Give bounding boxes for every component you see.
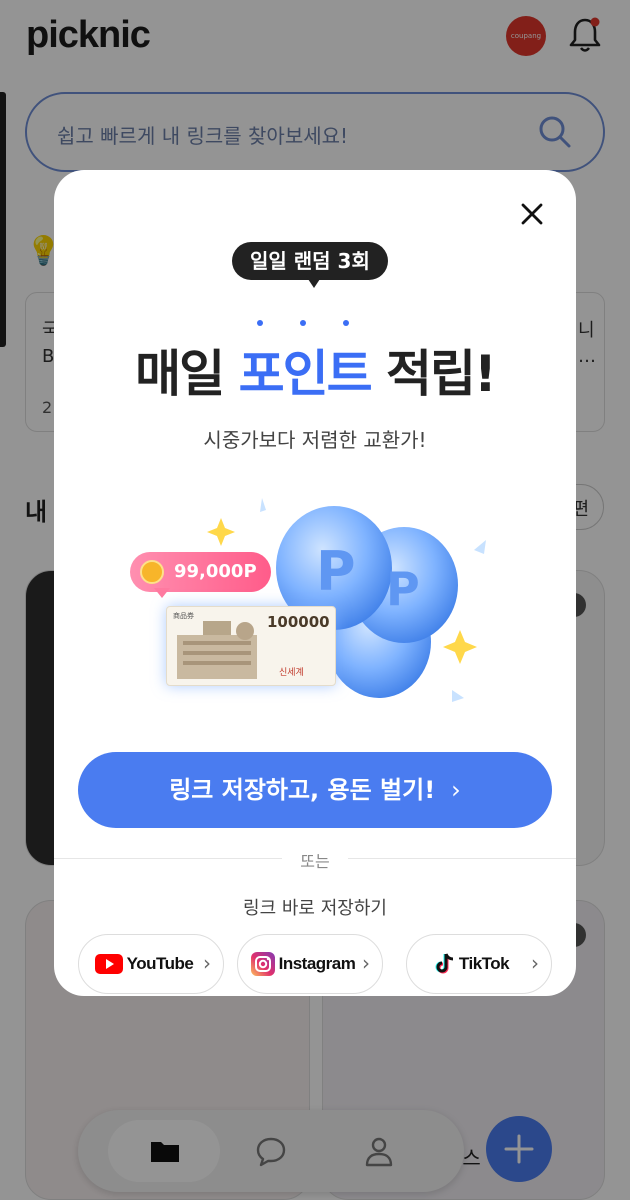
divider — [54, 858, 282, 859]
tiktok-icon — [435, 953, 453, 974]
svg-text:P: P — [316, 540, 356, 603]
instagram-label: Instagram — [278, 954, 356, 973]
chevron-right-icon: › — [203, 951, 211, 975]
tiktok-label: TikTok — [458, 954, 510, 973]
cta-label: 링크 저장하고, 용돈 벌기! — [169, 776, 436, 804]
headline-accent: 포인트 — [238, 345, 373, 403]
coin-icon — [140, 560, 164, 584]
voucher-amount: 100000 — [267, 613, 330, 631]
points-amount: 99,000P — [174, 561, 257, 582]
points-bubble-tail — [154, 588, 170, 598]
svg-text:P: P — [386, 562, 420, 616]
youtube-icon — [94, 954, 123, 974]
instagram-icon — [250, 952, 275, 976]
chevron-right-icon: › — [451, 776, 461, 804]
divider — [348, 858, 576, 859]
save-direct-label: 링크 바로 저장하기 — [243, 898, 387, 919]
voucher-corner-text: 商品券 — [173, 612, 194, 620]
save-link-earn-button[interactable]: 링크 저장하고, 용돈 벌기! › — [78, 752, 552, 828]
chevron-right-icon: › — [362, 951, 370, 975]
voucher-brand: 신세계 — [279, 668, 304, 678]
badge-tail — [306, 276, 322, 288]
points-bubble: 99,000P — [130, 552, 271, 592]
tiktok-button[interactable]: TikTok › — [406, 934, 552, 994]
youtube-label: YouTube — [126, 954, 194, 973]
instagram-button[interactable]: Instagram › — [237, 934, 383, 994]
modal-subline: 시중가보다 저렴한 교환가! — [203, 428, 427, 452]
headline-pre: 매일 — [135, 345, 239, 403]
or-label: 또는 — [300, 852, 330, 871]
emphasis-dots — [253, 320, 353, 330]
daily-random-badge: 일일 랜덤 3회 — [232, 242, 388, 280]
youtube-button[interactable]: YouTube › — [78, 934, 224, 994]
gift-voucher-image: 商品券 100000 신세계 — [166, 606, 336, 686]
modal-headline: 매일 포인트 적립! — [54, 334, 576, 406]
headline-post: 적립! — [370, 345, 497, 403]
building-illustration — [177, 621, 257, 679]
points-promo-modal: 일일 랜덤 3회 매일 포인트 적립! 시중가보다 저렴한 교환가! P P 9… — [54, 170, 576, 996]
chevron-right-icon: › — [531, 951, 539, 975]
close-icon[interactable] — [516, 198, 548, 230]
